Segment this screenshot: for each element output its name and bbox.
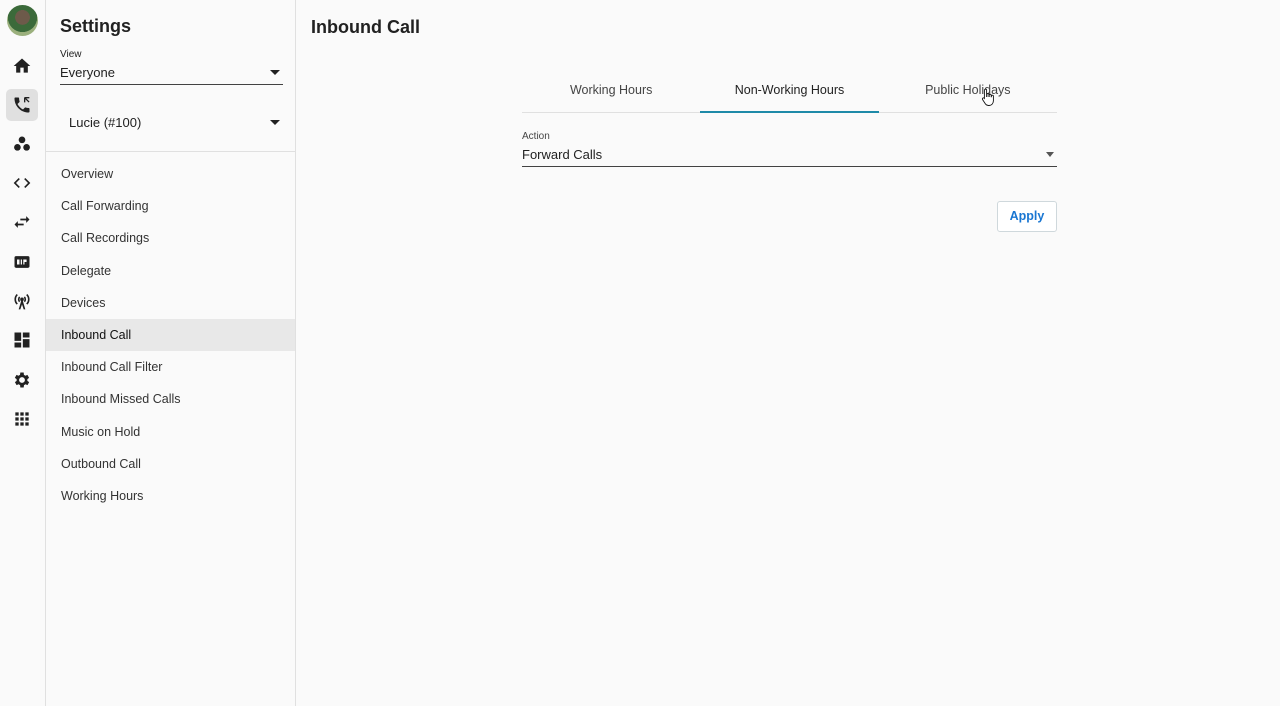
sidebar-item-call-forwarding[interactable]: Call Forwarding: [46, 190, 295, 222]
view-select-value: Everyone: [60, 65, 115, 80]
sip-icon[interactable]: [6, 246, 38, 278]
sidebar-item-delegate[interactable]: Delegate: [46, 255, 295, 287]
tab-non-working-hours[interactable]: Non-Working Hours: [700, 74, 879, 113]
chevron-down-icon: [1046, 152, 1054, 157]
tab-bar: Working Hours Non-Working Hours Public H…: [522, 74, 1057, 113]
action-select[interactable]: Forward Calls: [522, 145, 1057, 167]
chevron-down-icon: [270, 120, 280, 125]
user-select[interactable]: Lucie (#100): [60, 112, 283, 134]
sidebar-item-inbound-missed-calls[interactable]: Inbound Missed Calls: [46, 383, 295, 415]
apps-grid-icon[interactable]: [6, 403, 38, 435]
action-select-value: Forward Calls: [522, 147, 603, 162]
apply-button[interactable]: Apply: [997, 201, 1057, 232]
sidebar-item-outbound-call[interactable]: Outbound Call: [46, 448, 295, 480]
hand-cursor-icon: [982, 88, 994, 106]
settings-menu: Overview Call Forwarding Call Recordings…: [46, 158, 295, 512]
user-select-value: Lucie (#100): [69, 115, 142, 130]
sidebar-title: Settings: [60, 16, 132, 36]
sidebar-item-inbound-call-filter[interactable]: Inbound Call Filter: [46, 351, 295, 383]
sidebar-item-devices[interactable]: Devices: [46, 287, 295, 319]
sidebar-item-music-on-hold[interactable]: Music on Hold: [46, 416, 295, 448]
action-label: Action: [522, 131, 550, 142]
icon-rail: [0, 0, 46, 706]
sidebar-item-call-recordings[interactable]: Call Recordings: [46, 222, 295, 254]
phone-icon[interactable]: [6, 89, 38, 121]
view-label: View: [60, 49, 82, 60]
transfer-icon[interactable]: [6, 206, 38, 238]
page-title: Inbound Call: [311, 17, 420, 37]
gear-icon[interactable]: [6, 364, 38, 396]
app-window: Settings View Everyone Lucie (#100) Over…: [0, 0, 1280, 706]
home-icon[interactable]: [6, 50, 38, 82]
divider: [46, 151, 295, 152]
chevron-down-icon: [270, 70, 280, 75]
sidebar-item-overview[interactable]: Overview: [46, 158, 295, 190]
avatar[interactable]: [7, 5, 38, 36]
sidebar-item-inbound-call[interactable]: Inbound Call: [46, 318, 295, 352]
view-select[interactable]: Everyone: [60, 62, 283, 85]
contacts-icon[interactable]: [6, 128, 38, 160]
settings-sidebar: Settings View Everyone Lucie (#100) Over…: [46, 0, 296, 706]
tab-public-holidays[interactable]: Public Holidays: [879, 74, 1057, 112]
code-icon[interactable]: [6, 167, 38, 199]
dashboard-icon[interactable]: [6, 324, 38, 356]
main-panel: Inbound Call Working Hours Non-Working H…: [296, 0, 1280, 706]
tab-working-hours[interactable]: Working Hours: [522, 74, 700, 112]
sidebar-item-working-hours[interactable]: Working Hours: [46, 480, 295, 512]
antenna-icon[interactable]: [6, 285, 38, 317]
